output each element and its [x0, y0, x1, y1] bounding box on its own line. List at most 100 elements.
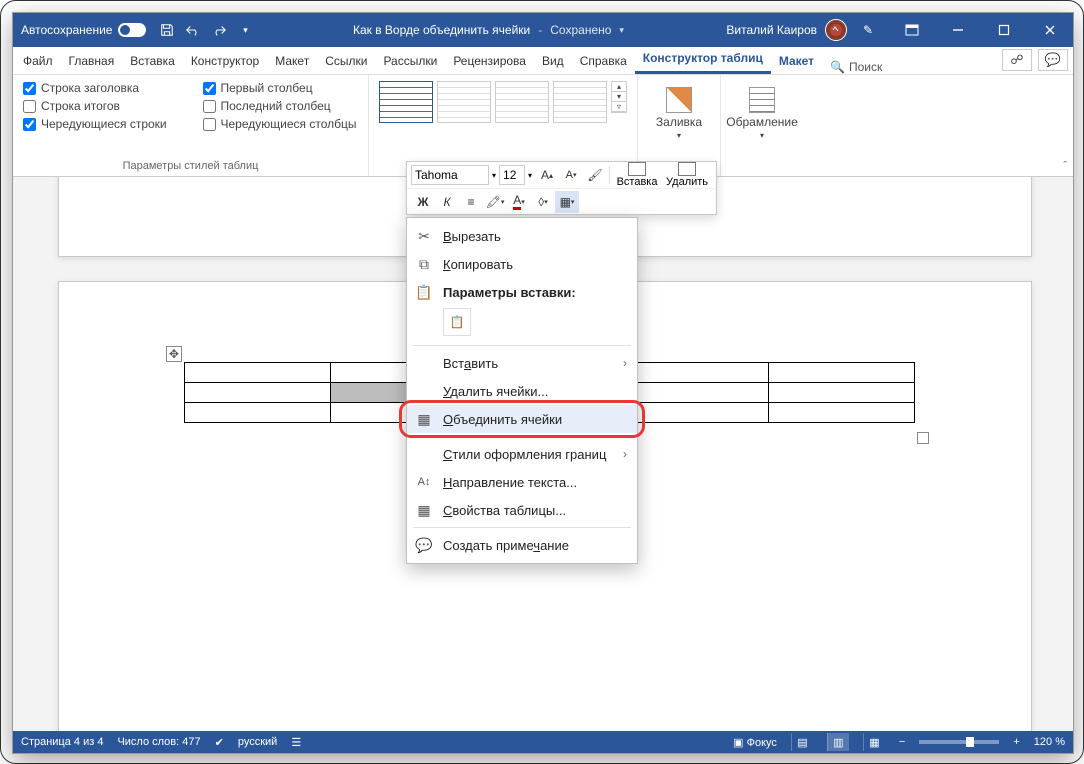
toggle-switch-icon[interactable]: [118, 23, 146, 37]
accessibility-icon[interactable]: ☰: [291, 736, 301, 749]
style-thumb[interactable]: [437, 81, 491, 123]
mini-toolbar: ▾ ▾ A▴ A▾ 🖌 Вставка Удалить Ж К ≡ 🖍▾ A▾ …: [406, 161, 717, 215]
table-styles-gallery[interactable]: ▴▾▿: [379, 81, 627, 123]
bold-icon[interactable]: Ж: [411, 191, 435, 213]
user-account[interactable]: Виталий Каиров ✎: [718, 13, 889, 47]
tab-table-layout[interactable]: Макет: [771, 49, 822, 74]
highlight-icon[interactable]: 🖍▾: [483, 191, 507, 213]
zoom-out-button[interactable]: −: [899, 736, 905, 748]
search-button[interactable]: 🔍 Поиск: [830, 60, 882, 74]
tab-file[interactable]: Файл: [15, 49, 61, 74]
ctx-insert[interactable]: Вставить ›: [407, 349, 637, 377]
font-size-input[interactable]: [499, 165, 525, 185]
clipboard-icon: 📋: [415, 284, 433, 300]
focus-mode[interactable]: ▣ Фокус: [733, 736, 777, 749]
ctx-merge-cells[interactable]: ▦ Объединить ячейки: [407, 405, 637, 433]
tab-design[interactable]: Конструктор: [183, 49, 267, 74]
table-delete-icon: [678, 162, 696, 176]
paste-keep-text-icon[interactable]: 📋: [443, 308, 471, 336]
autosave-label: Автосохранение: [21, 23, 112, 37]
ctx-border-styles[interactable]: Стили оформления границ ›: [407, 440, 637, 468]
chk-last-col[interactable]: Последний столбец: [203, 99, 359, 113]
table-insert-icon: [628, 162, 646, 176]
table-move-handle-icon[interactable]: ✥: [166, 346, 182, 362]
gallery-expand-icon[interactable]: ▴▾▿: [611, 81, 627, 113]
tab-view[interactable]: Вид: [534, 49, 572, 74]
save-state: Сохранено: [550, 23, 611, 37]
style-thumb[interactable]: [553, 81, 607, 123]
chk-header-row[interactable]: Строка заголовка: [23, 81, 179, 95]
view-read-icon[interactable]: ▤: [791, 733, 813, 751]
format-painter-icon[interactable]: 🖌: [583, 164, 607, 186]
minimize-button[interactable]: [935, 13, 981, 47]
pen-icon[interactable]: ✎: [855, 13, 881, 47]
comments-button[interactable]: 💬: [1038, 49, 1068, 71]
save-icon[interactable]: [154, 13, 180, 47]
collapse-ribbon-icon[interactable]: ˆ: [1063, 160, 1067, 172]
undo-icon[interactable]: [180, 13, 206, 47]
view-print-icon[interactable]: ▥: [827, 733, 849, 751]
avatar[interactable]: [825, 19, 847, 41]
mini-delete-button[interactable]: Удалить: [662, 162, 712, 188]
chk-banded-rows[interactable]: Чередующиеся строки: [23, 117, 179, 131]
chevron-down-icon[interactable]: ▾: [489, 171, 499, 180]
bucket-icon: [666, 87, 692, 113]
ctx-table-properties[interactable]: ▦ Свойства таблицы...: [407, 496, 637, 524]
borders-icon: [749, 87, 775, 113]
page-indicator[interactable]: Страница 4 из 4: [21, 736, 103, 748]
tab-references[interactable]: Ссылки: [317, 49, 375, 74]
chk-banded-cols[interactable]: Чередующиеся столбцы: [203, 117, 359, 131]
ribbon-display-icon[interactable]: [889, 13, 935, 47]
shading-button[interactable]: Заливка ▾: [648, 81, 710, 140]
font-color-icon[interactable]: A▾: [507, 191, 531, 213]
tab-insert[interactable]: Вставка: [122, 49, 183, 74]
redo-icon[interactable]: [206, 13, 232, 47]
qat-dropdown-icon[interactable]: ▾: [232, 13, 258, 47]
shading-icon[interactable]: ◊▾: [531, 191, 555, 213]
align-icon[interactable]: ≡: [459, 191, 483, 213]
comment-icon: 💬: [415, 537, 433, 553]
zoom-slider[interactable]: [919, 740, 999, 744]
tab-review[interactable]: Рецензирова: [445, 49, 534, 74]
tab-home[interactable]: Главная: [61, 49, 123, 74]
chk-total-row[interactable]: Строка итогов: [23, 99, 179, 113]
chk-first-col[interactable]: Первый столбец: [203, 81, 359, 95]
tab-mailings[interactable]: Рассылки: [375, 49, 445, 74]
maximize-button[interactable]: [981, 13, 1027, 47]
borders-icon[interactable]: ▦▾: [555, 191, 579, 213]
tab-layout[interactable]: Макет: [267, 49, 317, 74]
close-button[interactable]: [1027, 13, 1073, 47]
word-count[interactable]: Число слов: 477: [117, 736, 200, 748]
ctx-new-comment[interactable]: 💬 Создать примечание: [407, 531, 637, 559]
style-thumb[interactable]: [379, 81, 433, 123]
style-thumb[interactable]: [495, 81, 549, 123]
increase-font-icon[interactable]: A▴: [535, 164, 559, 186]
font-family-input[interactable]: [411, 165, 489, 185]
ctx-text-direction[interactable]: A↕ Направление текста...: [407, 468, 637, 496]
language-indicator[interactable]: русский: [238, 736, 277, 748]
copy-icon: ⧉: [415, 256, 433, 272]
user-name: Виталий Каиров: [726, 23, 817, 37]
chevron-down-icon[interactable]: ▾: [619, 25, 624, 36]
autosave-toggle[interactable]: Автосохранение: [13, 23, 154, 37]
tab-help[interactable]: Справка: [572, 49, 635, 74]
spellcheck-icon[interactable]: ✔: [215, 736, 224, 749]
decrease-font-icon[interactable]: A▾: [559, 164, 583, 186]
zoom-level[interactable]: 120 %: [1034, 736, 1065, 748]
tab-table-design[interactable]: Конструктор таблиц: [635, 46, 771, 74]
ctx-copy[interactable]: ⧉ Копировать: [407, 250, 637, 278]
table-props-icon: ▦: [415, 502, 433, 518]
table-resize-handle-icon[interactable]: [917, 432, 929, 444]
italic-icon[interactable]: К: [435, 191, 459, 213]
chevron-down-icon[interactable]: ▾: [525, 171, 535, 180]
borders-button[interactable]: Обрамление ▾: [731, 81, 793, 140]
share-button[interactable]: ☍: [1002, 49, 1032, 71]
ctx-cut[interactable]: ✂ Вырезать: [407, 222, 637, 250]
view-web-icon[interactable]: ▦: [863, 733, 885, 751]
document-title: Как в Ворде объединить ячейки - Сохранен…: [258, 23, 718, 37]
mini-insert-button[interactable]: Вставка: [612, 162, 662, 188]
zoom-in-button[interactable]: +: [1013, 736, 1019, 748]
shading-label: Заливка: [656, 115, 702, 129]
ctx-delete-cells[interactable]: Удалить ячейки...: [407, 377, 637, 405]
status-bar: Страница 4 из 4 Число слов: 477 ✔ русски…: [13, 731, 1073, 753]
